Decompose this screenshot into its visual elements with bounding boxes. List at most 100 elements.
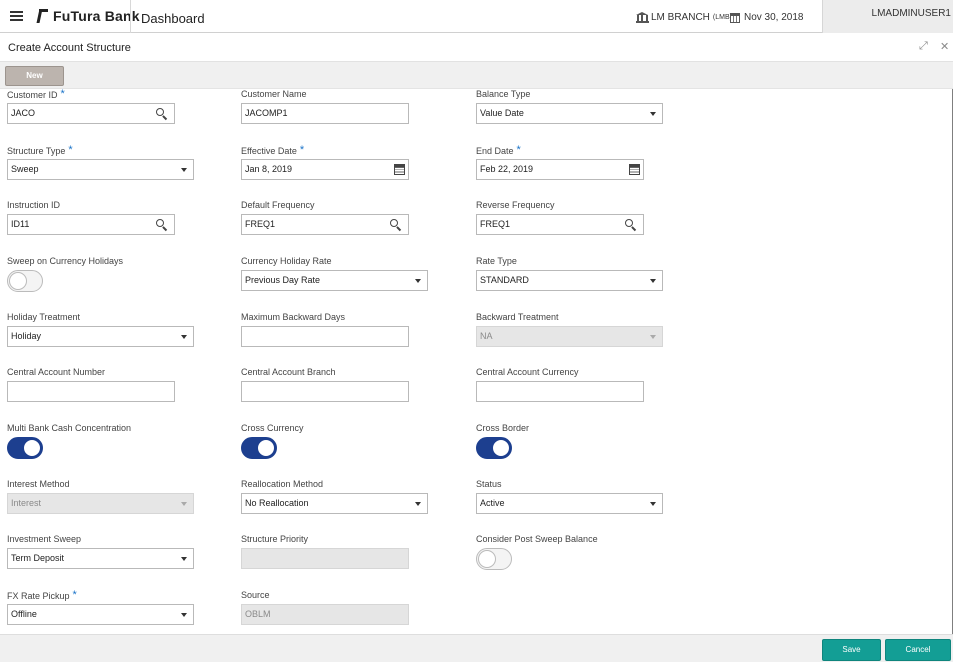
sweep-currency-holidays-toggle[interactable] [7,270,43,292]
reallocation-method-label: Reallocation Method [241,479,324,489]
search-icon[interactable] [390,219,402,232]
chevron-down-icon [181,557,187,561]
status-label: Status [476,479,502,489]
screen-toolbar: New [0,62,953,89]
multi-bank-cash-label: Multi Bank Cash Concentration [7,423,132,433]
cancel-button[interactable]: Cancel [885,639,951,661]
interest-method-select: Interest [7,493,194,514]
reverse-frequency-label: Reverse Frequency [476,200,555,210]
top-bar: FuTura Bank Dashboard LM BRANCH (LMB) No… [0,0,953,33]
chevron-down-icon [650,502,656,506]
structure-priority-label: Structure Priority [241,534,309,544]
fx-rate-pickup-label: FX Rate Pickup [7,591,70,601]
end-date-input[interactable]: Feb 22, 2019 [476,159,644,180]
interest-method-label: Interest Method [7,479,70,489]
system-date: Nov 30, 2018 [730,12,804,23]
branch-name: LM BRANCH [651,12,710,23]
consider-post-sweep-toggle[interactable] [476,548,512,570]
calendar-icon[interactable] [394,164,405,175]
max-backward-days-input[interactable] [241,326,409,347]
central-account-branch-label: Central Account Branch [241,367,336,377]
cross-currency-label: Cross Currency [241,423,304,433]
calendar-icon [730,12,740,23]
max-backward-days-label: Maximum Backward Days [241,312,346,322]
save-button[interactable]: Save [822,639,881,661]
chevron-down-icon [650,335,656,339]
required-mark: * [516,144,521,156]
structure-type-select[interactable]: Sweep [7,159,194,180]
chevron-down-icon [415,502,421,506]
cross-border-toggle[interactable] [476,437,512,459]
holiday-treatment-label: Holiday Treatment [7,312,81,322]
investment-sweep-label: Investment Sweep [7,534,82,544]
new-button[interactable]: New [5,66,64,86]
required-mark: * [72,589,77,601]
search-icon[interactable] [625,219,637,232]
chevron-down-icon [181,613,187,617]
required-mark: * [68,144,73,156]
toggle-knob [257,439,275,457]
page-title: Dashboard [141,11,205,26]
consider-post-sweep-label: Consider Post Sweep Balance [476,534,598,544]
structure-type-label: Structure Type [7,146,66,156]
chevron-down-icon [650,279,656,283]
source-input: OBLM [241,604,409,625]
effective-date-input[interactable]: Jan 8, 2019 [241,159,409,180]
footer-bar: Save Cancel [0,634,953,662]
instruction-id-label: Instruction ID [7,200,61,210]
cross-currency-toggle[interactable] [241,437,277,459]
rate-type-select[interactable]: STANDARD [476,270,663,291]
cross-border-label: Cross Border [476,423,530,433]
investment-sweep-select[interactable]: Term Deposit [7,548,194,569]
toggle-knob [9,272,27,290]
central-account-number-label: Central Account Number [7,367,106,377]
toggle-knob [478,550,496,568]
currency-holiday-rate-select[interactable]: Previous Day Rate [241,270,428,291]
customer-id-label: Customer ID [7,90,58,100]
central-account-number-input[interactable] [7,381,175,402]
sweep-currency-holidays-label: Sweep on Currency Holidays [7,256,124,266]
required-mark: * [60,89,65,100]
close-icon[interactable]: ✕ [940,40,949,53]
brand-logo: FuTura Bank [36,8,140,24]
toggle-knob [492,439,510,457]
chevron-down-icon [181,502,187,506]
backward-treatment-select: NA [476,326,663,347]
reverse-frequency-input[interactable]: FREQ1 [476,214,644,235]
central-account-currency-label: Central Account Currency [476,367,579,377]
central-account-branch-input[interactable] [241,381,409,402]
hamburger-menu-icon[interactable] [10,11,23,21]
system-date-text: Nov 30, 2018 [744,12,804,23]
chevron-down-icon [181,168,187,172]
reallocation-method-select[interactable]: No Reallocation [241,493,428,514]
central-account-currency-input[interactable] [476,381,644,402]
holiday-treatment-select[interactable]: Holiday [7,326,194,347]
end-date-label: End Date [476,146,514,156]
balance-type-select[interactable]: Value Date [476,103,663,124]
user-name: LMADMINUSER1 [871,8,951,19]
minimize-icon[interactable]: ⤢ [919,40,928,53]
status-select[interactable]: Active [476,493,663,514]
toggle-knob [23,439,41,457]
multi-bank-cash-toggle[interactable] [7,437,43,459]
header-divider [130,0,131,33]
search-icon[interactable] [156,108,168,121]
search-icon[interactable] [156,219,168,232]
backward-treatment-label: Backward Treatment [476,312,559,322]
instruction-id-input[interactable]: ID11 [7,214,175,235]
structure-priority-input [241,548,409,569]
currency-holiday-rate-label: Currency Holiday Rate [241,256,332,266]
default-frequency-input[interactable]: FREQ1 [241,214,409,235]
user-menu[interactable]: LMADMINUSER1 [822,0,953,33]
chevron-down-icon [415,279,421,283]
rate-type-label: Rate Type [476,256,517,266]
source-label: Source [241,590,270,600]
brand-mark-icon [36,8,48,24]
customer-name-input[interactable]: JACOMP1 [241,103,409,124]
customer-id-input[interactable]: JACO [7,103,175,124]
branch-indicator[interactable]: LM BRANCH (LMB) [636,12,732,23]
calendar-icon[interactable] [629,164,640,175]
fx-rate-pickup-select[interactable]: Offline [7,604,194,625]
bank-icon [636,12,649,23]
form-area: Customer ID * JACO Customer Name JACOMP1 … [0,89,953,634]
